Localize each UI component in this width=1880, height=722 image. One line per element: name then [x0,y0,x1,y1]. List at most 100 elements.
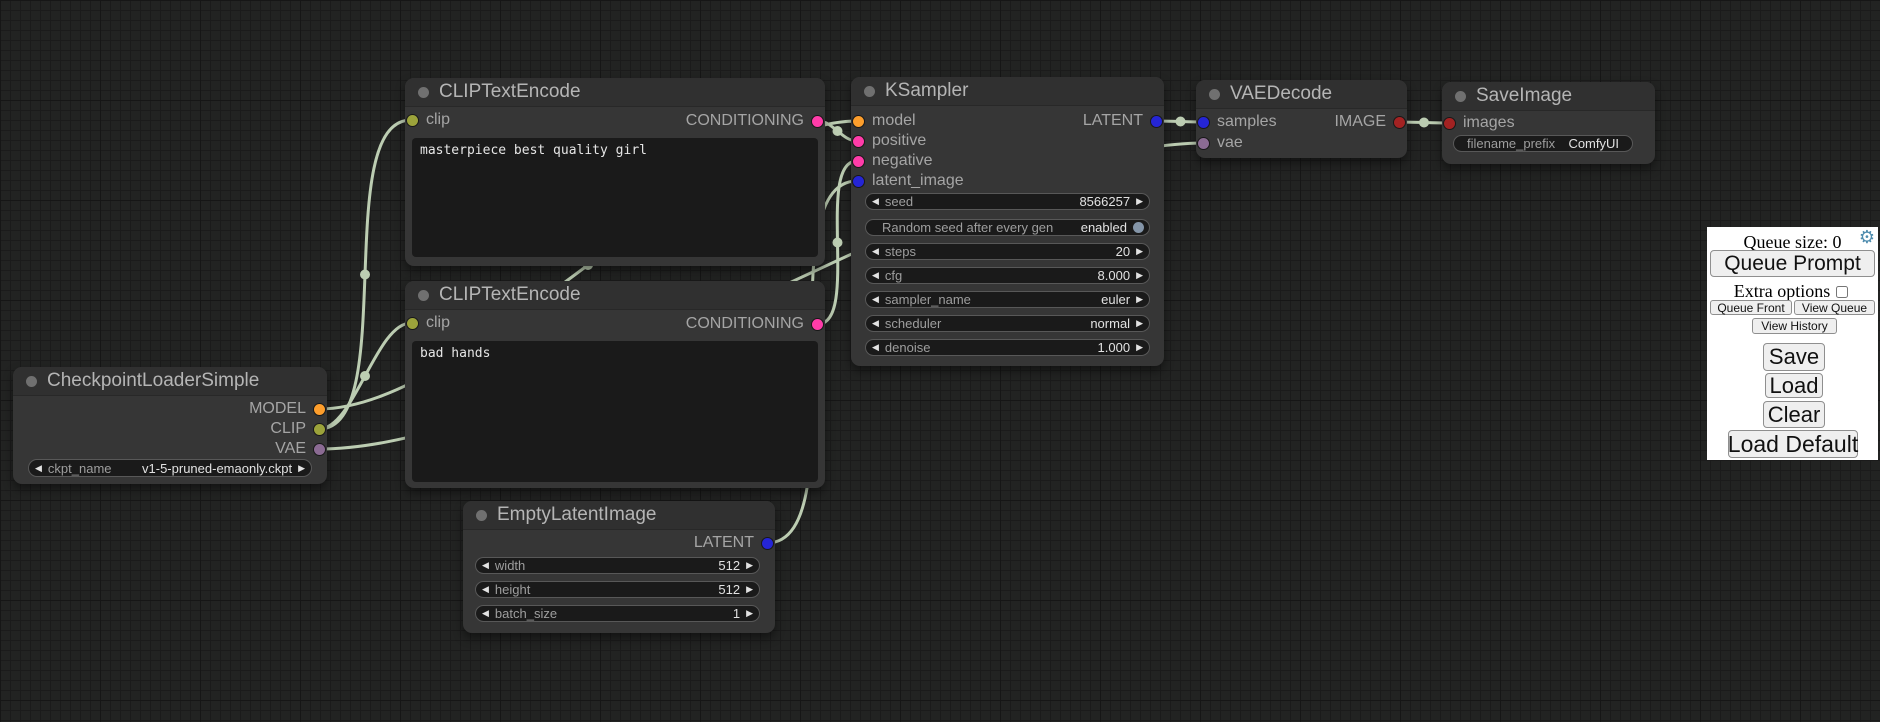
widget-steps[interactable]: ◀ steps 20 ▶ [865,243,1150,260]
collapse-dot-icon[interactable] [1209,89,1220,100]
increment-arrow-icon[interactable]: ▶ [1130,271,1149,280]
output-port-conditioning[interactable]: CONDITIONING [407,111,823,131]
widget-filename-prefix[interactable]: filename_prefix ComfyUI [1453,135,1633,152]
port-label: negative [872,153,933,169]
settings-gear-icon[interactable]: ⚙ [1859,228,1875,246]
port-dot-clip[interactable] [314,424,325,435]
input-port-latent-image[interactable]: latent_image [853,171,1162,191]
increment-arrow-icon[interactable]: ▶ [1130,247,1149,256]
extra-options-checkbox[interactable] [1836,286,1848,298]
output-port-model[interactable]: MODEL [15,399,325,419]
decrement-arrow-icon[interactable]: ◀ [866,319,885,328]
input-port-negative[interactable]: negative [853,151,1162,171]
widget-label: filename_prefix [1467,137,1555,150]
node-title-bar[interactable]: CheckpointLoaderSimple [13,367,327,396]
output-port-latent[interactable]: LATENT [465,533,773,553]
widget-seed[interactable]: ◀ seed 8566257 ▶ [865,193,1150,210]
queue-front-button[interactable]: Queue Front [1710,300,1792,315]
port-dot-image[interactable] [1444,118,1455,129]
increment-arrow-icon[interactable]: ▶ [1130,343,1149,352]
node-title-bar[interactable]: EmptyLatentImage [463,501,775,530]
port-dot-latent[interactable] [1151,116,1162,127]
port-dot-conditioning[interactable] [812,319,823,330]
collapse-dot-icon[interactable] [26,376,37,387]
view-history-button[interactable]: View History [1752,318,1837,334]
node-title-bar[interactable]: SaveImage [1442,82,1655,111]
decrement-arrow-icon[interactable]: ◀ [866,197,885,206]
port-dot-latent[interactable] [762,538,773,549]
decrement-arrow-icon[interactable]: ◀ [476,561,495,570]
node-title-bar[interactable]: KSampler [851,77,1164,106]
prompt-textarea[interactable]: bad hands [412,341,818,482]
increment-arrow-icon[interactable]: ▶ [740,585,759,594]
node-ksampler[interactable]: KSampler model positive negative latent_… [851,77,1164,366]
save-button[interactable]: Save [1763,343,1825,371]
node-empty-latent-image[interactable]: EmptyLatentImage LATENT ◀ width 512 ▶ ◀ … [463,501,775,633]
collapse-dot-icon[interactable] [418,87,429,98]
node-graph-canvas[interactable]: CheckpointLoaderSimple MODEL CLIP VAE ◀ … [0,0,1880,722]
widget-value: ComfyUI [1568,137,1619,150]
load-button[interactable]: Load [1765,373,1823,398]
prompt-textarea[interactable]: masterpiece best quality girl [412,138,818,257]
decrement-arrow-icon[interactable]: ◀ [476,585,495,594]
port-dot-conditioning[interactable] [812,116,823,127]
output-port-conditioning[interactable]: CONDITIONING [407,314,823,334]
node-title-bar[interactable]: CLIPTextEncode [405,281,825,310]
widget-denoise[interactable]: ◀ denoise 1.000 ▶ [865,339,1150,356]
node-title-bar[interactable]: VAEDecode [1196,80,1407,109]
toggle-dot-icon[interactable] [1133,222,1144,233]
widget-scheduler[interactable]: ◀ scheduler normal ▶ [865,315,1150,332]
widget-random-seed-toggle[interactable]: Random seed after every gen enabled [865,219,1150,236]
output-port-latent[interactable]: LATENT [853,111,1162,131]
decrement-arrow-icon[interactable]: ◀ [29,464,48,473]
port-label: CONDITIONING [686,316,804,332]
collapse-dot-icon[interactable] [1455,91,1466,102]
output-port-vae[interactable]: VAE [15,439,325,459]
node-checkpoint-loader[interactable]: CheckpointLoaderSimple MODEL CLIP VAE ◀ … [13,367,327,484]
increment-arrow-icon[interactable]: ▶ [1130,319,1149,328]
queue-prompt-button[interactable]: Queue Prompt [1710,250,1875,277]
node-clip-text-encode-negative[interactable]: CLIPTextEncode clip CONDITIONING bad han… [405,281,825,488]
collapse-dot-icon[interactable] [418,290,429,301]
port-dot-vae[interactable] [314,444,325,455]
increment-arrow-icon[interactable]: ▶ [1130,295,1149,304]
increment-arrow-icon[interactable]: ▶ [740,561,759,570]
port-label: positive [872,133,926,149]
output-port-image[interactable]: IMAGE [1198,112,1405,132]
port-dot-conditioning[interactable] [853,136,864,147]
port-dot-latent[interactable] [853,176,864,187]
collapse-dot-icon[interactable] [864,86,875,97]
widget-batch-size[interactable]: ◀ batch_size 1 ▶ [475,605,760,622]
input-port-images[interactable]: images [1444,113,1653,133]
clear-button[interactable]: Clear [1763,401,1825,428]
node-title-bar[interactable]: CLIPTextEncode [405,78,825,107]
port-dot-conditioning[interactable] [853,156,864,167]
port-label: CONDITIONING [686,113,804,129]
widget-ckpt-name[interactable]: ◀ ckpt_name v1-5-pruned-emaonly.ckpt ▶ [28,459,312,477]
view-queue-button[interactable]: View Queue [1794,300,1875,315]
widget-sampler-name[interactable]: ◀ sampler_name euler ▶ [865,291,1150,308]
increment-arrow-icon[interactable]: ▶ [1130,197,1149,206]
input-port-vae[interactable]: vae [1198,133,1405,153]
widget-cfg[interactable]: ◀ cfg 8.000 ▶ [865,267,1150,284]
decrement-arrow-icon[interactable]: ◀ [866,295,885,304]
decrement-arrow-icon[interactable]: ◀ [866,343,885,352]
increment-arrow-icon[interactable]: ▶ [740,609,759,618]
widget-height[interactable]: ◀ height 512 ▶ [475,581,760,598]
port-dot-image[interactable] [1394,117,1405,128]
port-dot-model[interactable] [314,404,325,415]
input-port-positive[interactable]: positive [853,131,1162,151]
decrement-arrow-icon[interactable]: ◀ [476,609,495,618]
node-clip-text-encode-positive[interactable]: CLIPTextEncode clip CONDITIONING masterp… [405,78,825,266]
widget-label: height [495,583,530,596]
collapse-dot-icon[interactable] [476,510,487,521]
port-dot-vae[interactable] [1198,138,1209,149]
decrement-arrow-icon[interactable]: ◀ [866,271,885,280]
node-save-image[interactable]: SaveImage images filename_prefix ComfyUI [1442,82,1655,164]
widget-width[interactable]: ◀ width 512 ▶ [475,557,760,574]
node-vae-decode[interactable]: VAEDecode samples vae IMAGE [1196,80,1407,158]
increment-arrow-icon[interactable]: ▶ [292,464,311,473]
load-default-button[interactable]: Load Default [1728,430,1858,458]
decrement-arrow-icon[interactable]: ◀ [866,247,885,256]
output-port-clip[interactable]: CLIP [15,419,325,439]
